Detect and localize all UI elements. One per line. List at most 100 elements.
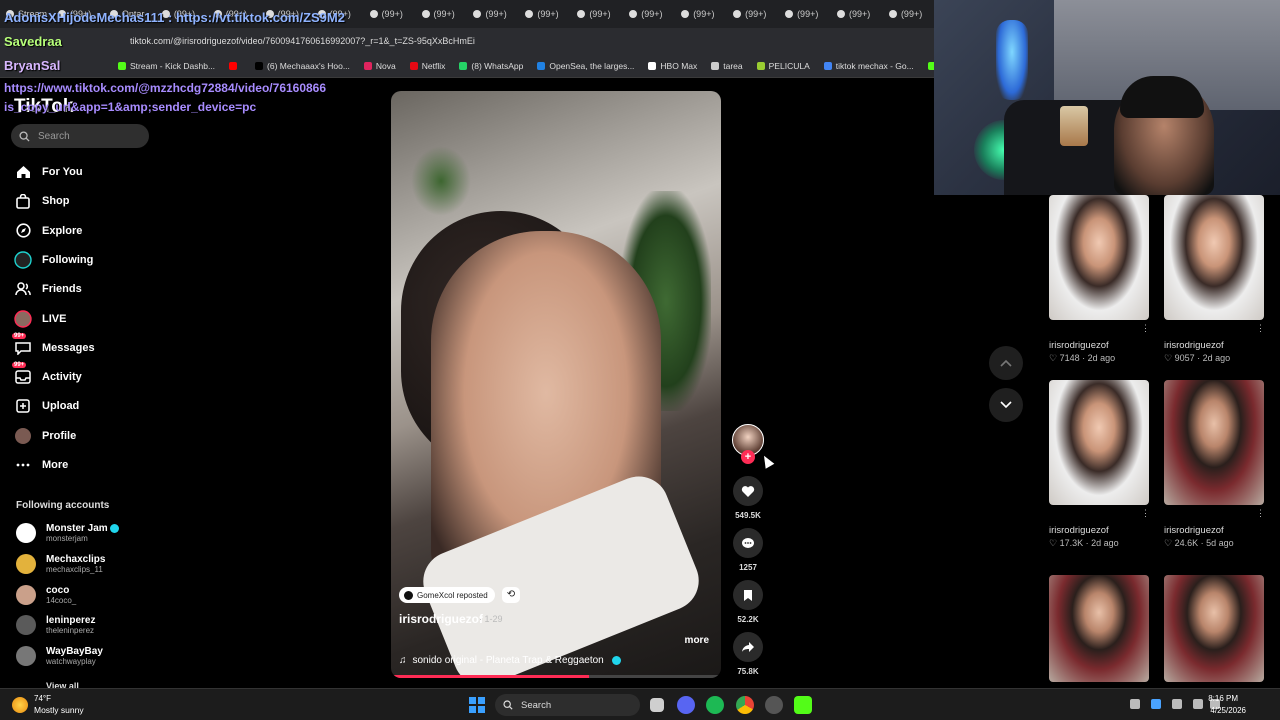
- follow-plus-button[interactable]: +: [741, 450, 755, 464]
- nav-item-messages[interactable]: 99+ Messages: [12, 332, 95, 357]
- related-video-thumbnail[interactable]: [1164, 575, 1264, 682]
- tab-favicon-icon: [369, 10, 378, 18]
- like-action[interactable]: 549.5K: [733, 476, 763, 520]
- start-button[interactable]: [469, 697, 485, 713]
- nav-item-following[interactable]: Following: [14, 251, 93, 269]
- thumbnail-more-icon[interactable]: ⋮: [1141, 323, 1150, 334]
- kick-icon[interactable]: [794, 696, 812, 714]
- video-player[interactable]: GomeXcol reposted ⟲ irisrodriguezof · 1-…: [391, 91, 721, 678]
- nav-item-friends[interactable]: Friends: [14, 280, 82, 298]
- bookmark-item[interactable]: [229, 61, 241, 70]
- nav-item-more[interactable]: More: [14, 456, 68, 474]
- video-author[interactable]: irisrodriguezof: [399, 612, 483, 626]
- following-account[interactable]: coco 14coco_: [16, 584, 76, 605]
- microphone-icon[interactable]: [1172, 699, 1182, 709]
- video-progress-bar[interactable]: [391, 675, 721, 678]
- bookmark-favicon-icon: [409, 61, 418, 70]
- thumbnail-meta: ♡ 7148 · 2d ago: [1049, 353, 1115, 364]
- next-video-button[interactable]: [989, 388, 1023, 422]
- browser-tab[interactable]: (99+): [675, 9, 727, 19]
- following-account[interactable]: Monster Jam monsterjam: [16, 523, 119, 543]
- spotify-icon[interactable]: [706, 696, 724, 714]
- bookmark-favicon-icon: [648, 61, 657, 70]
- following-account[interactable]: WayBayBay watchwayplay: [16, 646, 103, 667]
- browser-tab[interactable]: (99+): [831, 9, 883, 19]
- nav-item-explore[interactable]: Explore: [14, 222, 82, 240]
- save-action[interactable]: 52.2K: [733, 580, 763, 624]
- bookmark-item[interactable]: Netflix: [409, 61, 445, 71]
- browser-tab[interactable]: (99+): [623, 9, 675, 19]
- bookmark-item[interactable]: (6) Mechaaax's Hoo...: [255, 61, 350, 71]
- avatar: [16, 553, 36, 574]
- nav-item-upload[interactable]: Upload: [14, 397, 79, 415]
- weather-temperature[interactable]: 74°F: [34, 694, 51, 703]
- thumbnail-author[interactable]: irisrodriguezof: [1049, 525, 1109, 536]
- bookmark-item[interactable]: Stream - Kick Dashb...: [118, 61, 215, 71]
- browser-tab[interactable]: (99+): [519, 9, 571, 19]
- share-action[interactable]: 75.8K: [733, 632, 763, 676]
- nav-item-activity[interactable]: 99+ Activity: [12, 362, 82, 386]
- bookmark-item[interactable]: tiktok mechax - Go...: [823, 61, 914, 71]
- thumbnail-age: 2d ago: [1091, 538, 1119, 548]
- bookmark-item[interactable]: HBO Max: [648, 61, 697, 71]
- repost-badge[interactable]: GomeXcol reposted: [399, 587, 495, 603]
- related-video-thumbnail[interactable]: [1049, 575, 1149, 682]
- clock-time[interactable]: 8:16 PM: [1208, 694, 1238, 703]
- thumbnail-author[interactable]: irisrodriguezof: [1164, 525, 1224, 536]
- obs-icon[interactable]: [765, 696, 783, 714]
- browser-tab[interactable]: (99+): [779, 9, 831, 19]
- thumbnail-more-icon[interactable]: ⋮: [1256, 508, 1265, 519]
- bookmark-item[interactable]: OpenSea, the larges...: [537, 61, 634, 71]
- browser-tab[interactable]: (99+): [883, 9, 935, 19]
- related-video-thumbnail[interactable]: [1164, 380, 1264, 505]
- related-video-thumbnail[interactable]: [1049, 380, 1149, 505]
- tray-chevron-icon[interactable]: [1130, 699, 1140, 709]
- onedrive-icon[interactable]: [1151, 699, 1161, 709]
- caption-more-button[interactable]: more: [685, 635, 709, 646]
- thumbnail-author[interactable]: irisrodriguezof: [1049, 340, 1109, 351]
- address-bar[interactable]: tiktok.com/@irisrodriguezof/video/760094…: [0, 28, 935, 54]
- tab-favicon-icon: [837, 10, 845, 18]
- clock-date[interactable]: 4/25/2026: [1210, 706, 1246, 715]
- browser-tab[interactable]: (99+): [727, 9, 779, 19]
- profile-avatar-icon: [14, 427, 32, 445]
- thumbnail-more-icon[interactable]: ⋮: [1256, 323, 1265, 334]
- related-video-thumbnail[interactable]: [1049, 195, 1149, 320]
- nav-item-for-you[interactable]: For You: [14, 163, 83, 181]
- bookmark-item[interactable]: (8) WhatsApp: [459, 61, 523, 71]
- bookmark-favicon-icon: [118, 61, 126, 70]
- following-account[interactable]: Mechaxclips mechaxclips_11: [16, 553, 105, 574]
- browser-tab[interactable]: (99+): [364, 9, 416, 19]
- network-icon[interactable]: [1193, 699, 1203, 709]
- browser-tab[interactable]: (99+): [571, 9, 623, 19]
- bookmark-label: PELICULA: [768, 60, 810, 71]
- discord-icon[interactable]: [677, 696, 695, 714]
- save-count: 52.2K: [737, 615, 759, 624]
- bookmark-item[interactable]: Nova: [363, 61, 396, 71]
- bookmark-icon: [744, 589, 752, 601]
- chat-overlay-line: Savedraa: [4, 34, 62, 49]
- weather-description[interactable]: Mostly sunny: [34, 705, 84, 715]
- related-video-thumbnail[interactable]: [1164, 195, 1264, 320]
- weather-sun-icon[interactable]: [12, 697, 28, 713]
- taskbar-search[interactable]: Search: [495, 694, 640, 716]
- thumbnail-more-icon[interactable]: ⋮: [1141, 508, 1150, 519]
- browser-tab[interactable]: (99+): [467, 9, 519, 19]
- video-music[interactable]: ♫ sonido original - Planeta Trap & Regga…: [399, 655, 621, 666]
- url-text[interactable]: tiktok.com/@irisrodriguezof/video/760094…: [130, 36, 475, 46]
- previous-video-button[interactable]: [989, 346, 1023, 380]
- bookmark-item[interactable]: tarea: [711, 61, 743, 71]
- repost-icon[interactable]: ⟲: [502, 587, 520, 603]
- comment-action[interactable]: 1257: [733, 528, 763, 572]
- task-view-icon[interactable]: [650, 698, 664, 712]
- nav-item-profile[interactable]: Profile: [14, 427, 76, 445]
- chrome-icon[interactable]: [736, 696, 754, 714]
- thumbnail-author[interactable]: irisrodriguezof: [1164, 340, 1224, 351]
- bookmark-item[interactable]: PELICULA: [756, 60, 810, 71]
- browser-tab[interactable]: (99+): [416, 9, 468, 19]
- following-account[interactable]: leninperez theleninperez: [16, 615, 95, 636]
- nav-item-live[interactable]: LIVE: [14, 309, 66, 328]
- music-note-icon: ♫: [399, 655, 407, 666]
- nav-item-shop[interactable]: Shop: [14, 192, 70, 210]
- search-input[interactable]: Search: [11, 124, 149, 148]
